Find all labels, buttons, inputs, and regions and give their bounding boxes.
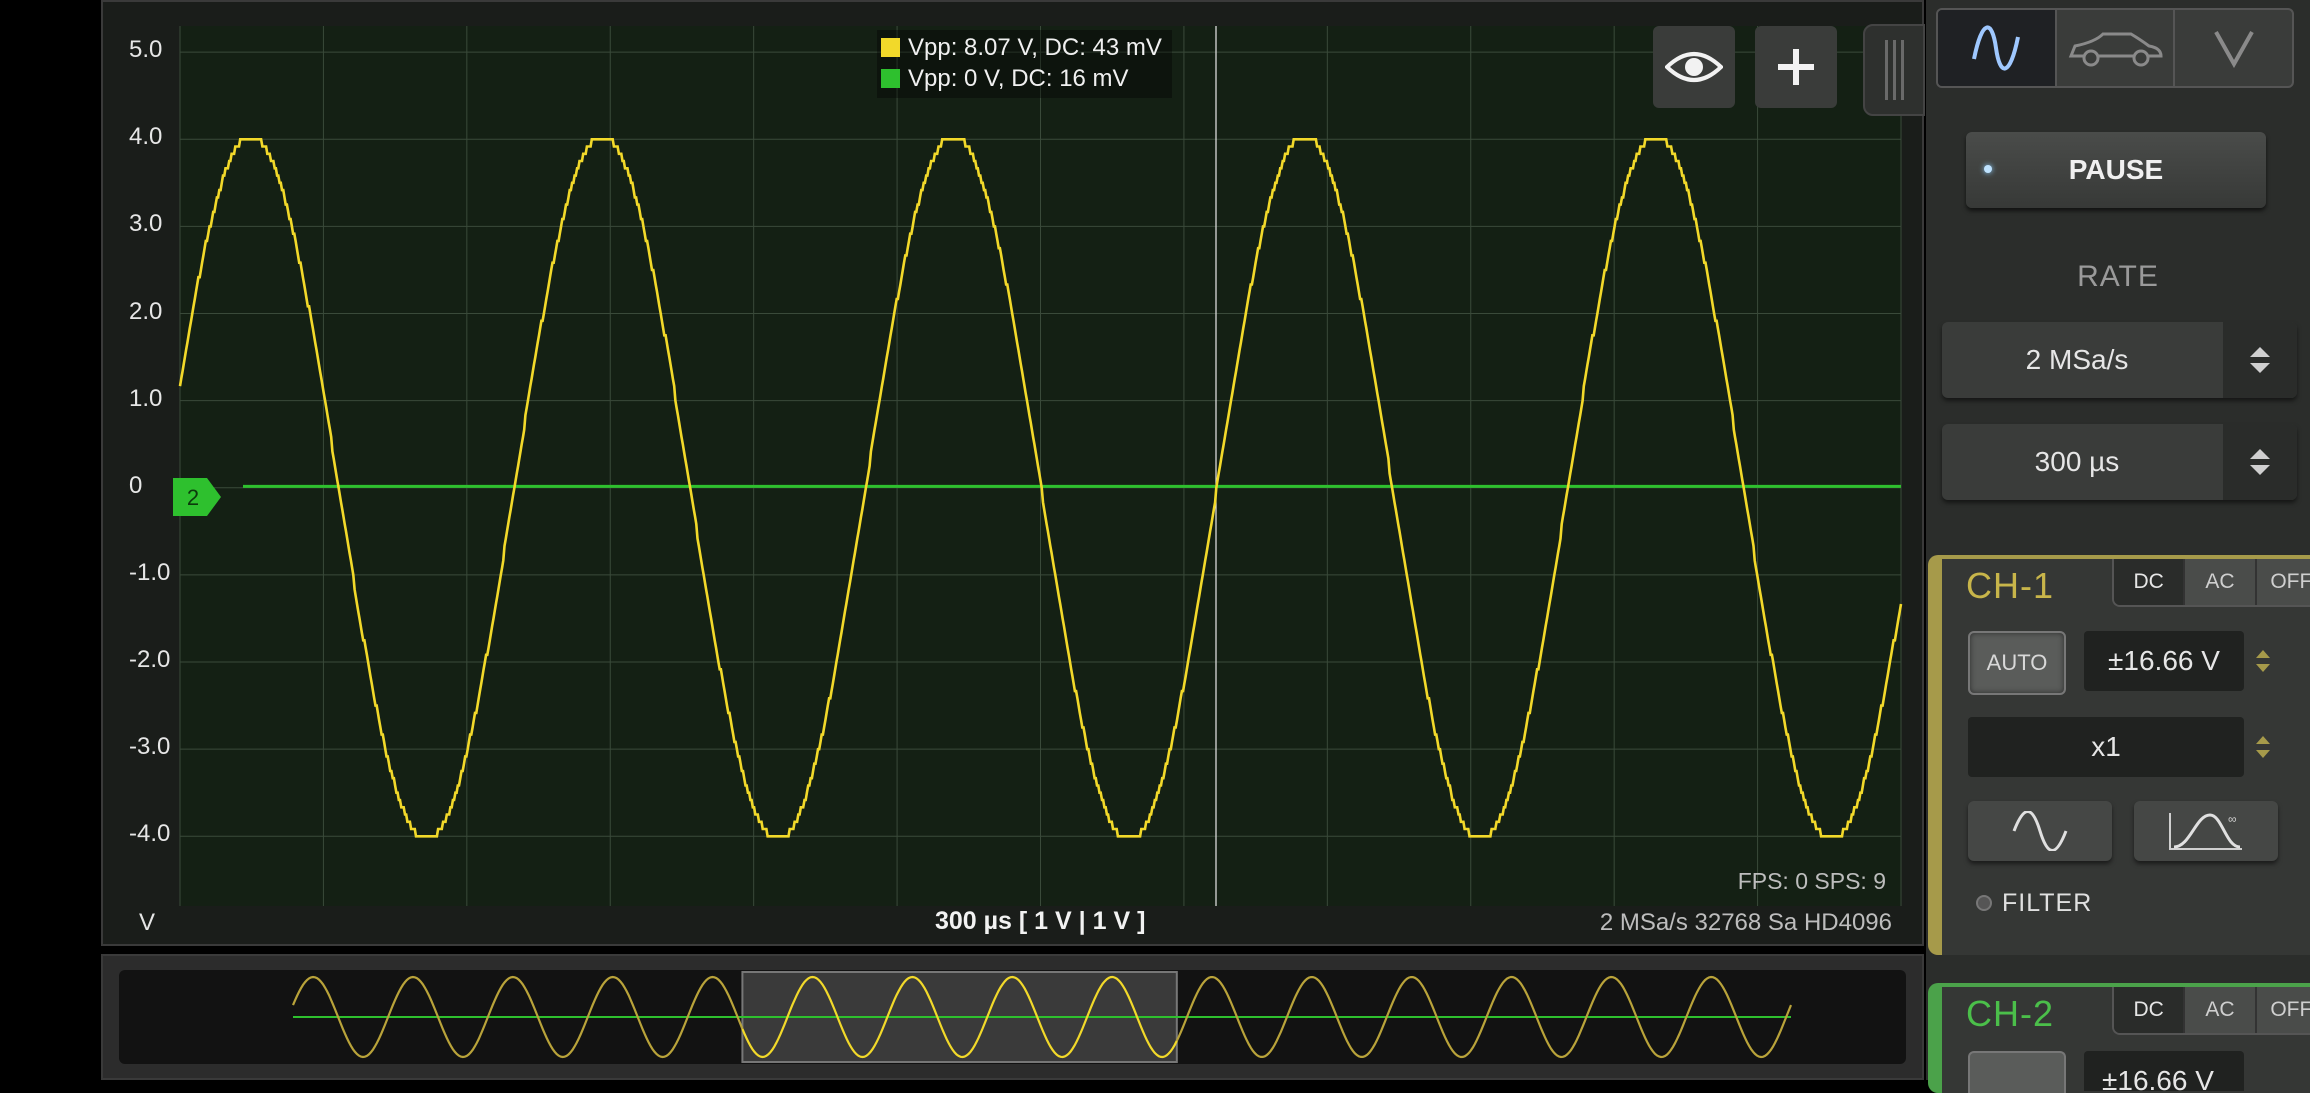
y-tick-label: 3.0	[129, 210, 163, 238]
timebase-value: 300 µs	[2034, 446, 2120, 477]
channel-1-range[interactable]: ±16.66 V	[2084, 631, 2244, 691]
channel-2-range[interactable]: ±16.66 V	[2084, 1051, 2244, 1091]
measurement-legend: Vpp: 8.07 V, DC: 43 mV Vpp: 0 V, DC: 16 …	[877, 30, 1172, 98]
up-down-arrows-icon	[2250, 449, 2270, 475]
mode-tabs	[1936, 8, 2294, 88]
y-tick-label: -4.0	[129, 820, 171, 848]
rate-title: RATE	[2077, 260, 2159, 293]
scope-wave-icon	[1972, 25, 2021, 71]
legend-ch2-swatch	[881, 69, 900, 88]
timebase-arrows[interactable]	[2223, 424, 2297, 500]
add-button[interactable]	[1755, 26, 1837, 108]
v-icon	[2213, 31, 2254, 68]
y-tick-label: -3.0	[129, 733, 171, 761]
pause-button[interactable]: PAUSE	[1966, 132, 2266, 208]
probe-multiplier[interactable]: x1	[1968, 717, 2244, 777]
eye-icon	[1665, 52, 1723, 82]
sine-wave-icon	[2012, 811, 2068, 851]
buffer-overview[interactable]	[101, 954, 1924, 1080]
coupling-ac[interactable]: AC	[2185, 987, 2257, 1033]
channel-1-card: CH-1 DC AC OFF AUTO ±16.66 V x1 ∞ FILTER	[1928, 555, 2310, 955]
probe-arrows[interactable]	[2250, 717, 2276, 777]
grip-icon	[1885, 40, 1888, 100]
legend-ch1-swatch	[881, 38, 900, 57]
auto-range-button[interactable]: AUTO	[1968, 631, 2066, 695]
filter-response-button[interactable]: ∞	[2134, 801, 2278, 861]
coupling-dc[interactable]: DC	[2114, 559, 2186, 605]
y-tick-label: 5.0	[129, 36, 163, 64]
overview-track[interactable]	[119, 970, 1906, 1064]
filter-led-icon[interactable]	[1976, 895, 1992, 911]
coupling-off[interactable]: OFF	[2256, 559, 2310, 605]
y-tick-label: 1.0	[129, 384, 163, 412]
plot-area[interactable]	[103, 2, 1926, 948]
filter-curve-icon: ∞	[2169, 812, 2242, 850]
channel-1-coupling: DC AC OFF	[2112, 559, 2310, 607]
y-tick-label: 4.0	[129, 123, 163, 151]
y-tick-label: 2.0	[129, 297, 163, 325]
channel-2-range-value: ±16.66 V	[2102, 1065, 2214, 1091]
sample-rate-value: 2 MSa/s	[2025, 344, 2129, 375]
channel-2-marker-label: 2	[187, 485, 199, 510]
tab-scope[interactable]	[1938, 10, 2057, 86]
y-tick-label: -1.0	[129, 558, 171, 586]
filter-label[interactable]: FILTER	[2002, 889, 2092, 918]
tab-automotive[interactable]	[2057, 10, 2176, 86]
car-icon	[2068, 32, 2163, 67]
side-panel-grip[interactable]	[1863, 24, 1925, 116]
up-down-arrows-icon	[2250, 347, 2270, 373]
svg-text:∞: ∞	[2228, 812, 2237, 826]
waveform-button[interactable]	[1968, 801, 2112, 861]
legend-ch2: Vpp: 0 V, DC: 16 mV	[881, 63, 1162, 94]
channel-2-title: CH-2	[1966, 993, 2055, 1034]
visibility-button[interactable]	[1653, 26, 1735, 108]
y-unit-label: V	[139, 909, 156, 936]
acquisition-status: 2 MSa/s 32768 Sa HD4096	[1599, 909, 1892, 936]
fps-readout: FPS: 0 SPS: 9	[1737, 868, 1886, 894]
legend-ch2-text: Vpp: 0 V, DC: 16 mV	[908, 65, 1129, 92]
channel-2-auto-button[interactable]	[1968, 1051, 2066, 1093]
pause-button-label: PAUSE	[2068, 154, 2164, 185]
timebase-label: 300 µs [ 1 V | 1 V ]	[935, 907, 1146, 935]
control-panel: PAUSE RATE 2 MSa/s 300 µs CH-1 DC AC OFF…	[1926, 0, 2310, 1093]
coupling-dc[interactable]: DC	[2114, 987, 2186, 1033]
channel-2-coupling: DC AC OFF	[2112, 987, 2310, 1035]
sample-rate-stepper[interactable]: 2 MSa/s	[1942, 322, 2297, 398]
sample-rate-arrows[interactable]	[2223, 322, 2297, 398]
tab-voltmeter[interactable]	[2175, 10, 2292, 86]
coupling-ac[interactable]: AC	[2185, 559, 2257, 605]
overview-waveform[interactable]	[119, 970, 1906, 1064]
y-tick-label: -2.0	[129, 646, 171, 674]
legend-ch1-text: Vpp: 8.07 V, DC: 43 mV	[908, 34, 1162, 61]
legend-ch1: Vpp: 8.07 V, DC: 43 mV	[881, 32, 1162, 63]
pause-led-icon	[1984, 165, 1992, 173]
up-down-arrows-icon	[2256, 650, 2270, 672]
range-arrows[interactable]	[2250, 631, 2276, 691]
scope-display[interactable]: 5.0 4.0 3.0 2.0 1.0 0 -1.0 -2.0 -3.0 -4.0 Vpp: 8.…	[101, 0, 1926, 948]
coupling-off[interactable]: OFF	[2256, 987, 2310, 1033]
channel-2-marker[interactable]: 2	[173, 478, 221, 516]
plus-icon	[1778, 49, 1814, 85]
channel-2-card: CH-2 DC AC OFF ±16.66 V	[1928, 983, 2310, 1093]
up-down-arrows-icon	[2256, 736, 2270, 758]
timebase-stepper[interactable]: 300 µs	[1942, 424, 2297, 500]
channel-1-title: CH-1	[1966, 565, 2055, 606]
